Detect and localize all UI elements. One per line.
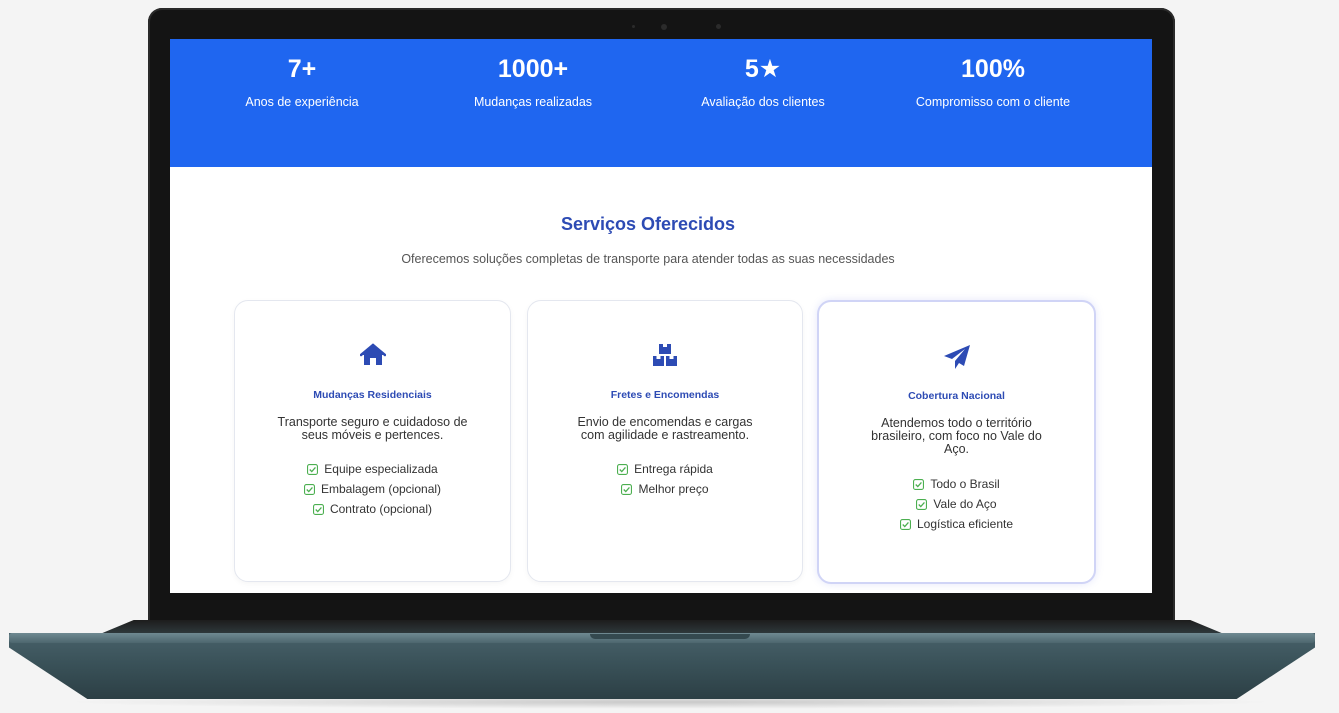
check-square-icon	[307, 463, 319, 475]
stats-band: 7+ Anos de experiência 1000+ Mudanças re…	[170, 39, 1152, 167]
feature-text: Melhor preço	[638, 482, 709, 496]
list-item: Logística eficiente	[819, 514, 1094, 534]
feature-list: Entrega rápida Melhor preço	[528, 459, 802, 499]
check-square-icon	[303, 483, 315, 495]
list-item: Equipe especializada	[235, 459, 510, 479]
list-item: Contrato (opcional)	[235, 499, 510, 519]
feature-text: Contrato (opcional)	[329, 502, 433, 516]
feature-text: Logística eficiente	[916, 517, 1014, 531]
stat-value: 5★	[744, 55, 782, 83]
feature-text: Embalagem (opcional)	[320, 482, 442, 496]
feature-list: Equipe especializada Embalagem (opcional…	[235, 459, 510, 519]
check-square-icon	[621, 483, 633, 495]
stat-value: 7+	[287, 55, 317, 83]
webcam-icon	[661, 24, 667, 30]
list-item: Melhor preço	[528, 479, 802, 499]
feature-text: Entrega rápida	[634, 462, 713, 476]
service-card-freight[interactable]: Fretes e Encomendas Envio de encomendas …	[527, 300, 803, 582]
stat-value: 100%	[961, 55, 1025, 83]
stat-moves: 1000+ Mudanças realizadas	[423, 53, 643, 109]
service-card-national[interactable]: Cobertura Nacional Atendemos todo o terr…	[817, 300, 1096, 584]
laptop-screen: 7+ Anos de experiência 1000+ Mudanças re…	[170, 39, 1152, 593]
boxes-icon	[528, 343, 802, 369]
card-title: Fretes e Encomendas	[610, 389, 720, 401]
card-title: Mudanças Residenciais	[313, 389, 432, 401]
feature-text: Equipe especializada	[324, 462, 438, 476]
check-square-icon	[617, 463, 629, 475]
card-title: Cobertura Nacional	[908, 390, 1005, 402]
laptop-lid: 7+ Anos de experiência 1000+ Mudanças re…	[148, 8, 1175, 633]
list-item: Vale do Aço	[819, 494, 1094, 514]
sensor-dot	[632, 25, 635, 28]
check-square-icon	[312, 503, 324, 515]
laptop-hinge	[100, 620, 1224, 634]
stat-label: Mudanças realizadas	[473, 95, 593, 109]
feature-list: Todo o Brasil Vale do Aço Logística efic…	[819, 474, 1094, 534]
list-item: Embalagem (opcional)	[235, 479, 510, 499]
services-title: Serviços Oferecidos	[560, 214, 736, 234]
stat-label: Anos de experiência	[245, 95, 359, 109]
card-description: Envio de encomendas e cargas com agilida…	[577, 415, 753, 442]
card-description: Transporte seguro e cuidadoso de seus mó…	[277, 415, 468, 442]
stat-label: Avaliação dos clientes	[701, 95, 825, 109]
check-square-icon	[916, 498, 928, 510]
services-subtitle: Oferecemos soluções completas de transpo…	[401, 252, 895, 266]
check-square-icon	[913, 478, 925, 490]
paper-plane-icon	[819, 344, 1094, 370]
service-card-residential[interactable]: Mudanças Residenciais Transporte seguro …	[234, 300, 511, 582]
stat-label: Compromisso com o cliente	[915, 95, 1071, 109]
feature-text: Todo o Brasil	[930, 477, 1000, 491]
check-square-icon	[899, 518, 911, 530]
stat-value: 1000+	[497, 55, 569, 83]
stat-experience: 7+ Anos de experiência	[192, 53, 412, 109]
stat-rating: 5★ Avaliação dos clientes	[653, 53, 873, 109]
list-item: Entrega rápida	[528, 459, 802, 479]
card-description: Atendemos todo o território brasileiro, …	[871, 416, 1042, 456]
house-icon	[235, 343, 510, 369]
list-item: Todo o Brasil	[819, 474, 1094, 494]
laptop-notch	[590, 634, 750, 639]
stat-commitment: 100% Compromisso com o cliente	[883, 53, 1103, 109]
feature-text: Vale do Aço	[933, 497, 997, 511]
sensor-dot	[716, 24, 721, 29]
